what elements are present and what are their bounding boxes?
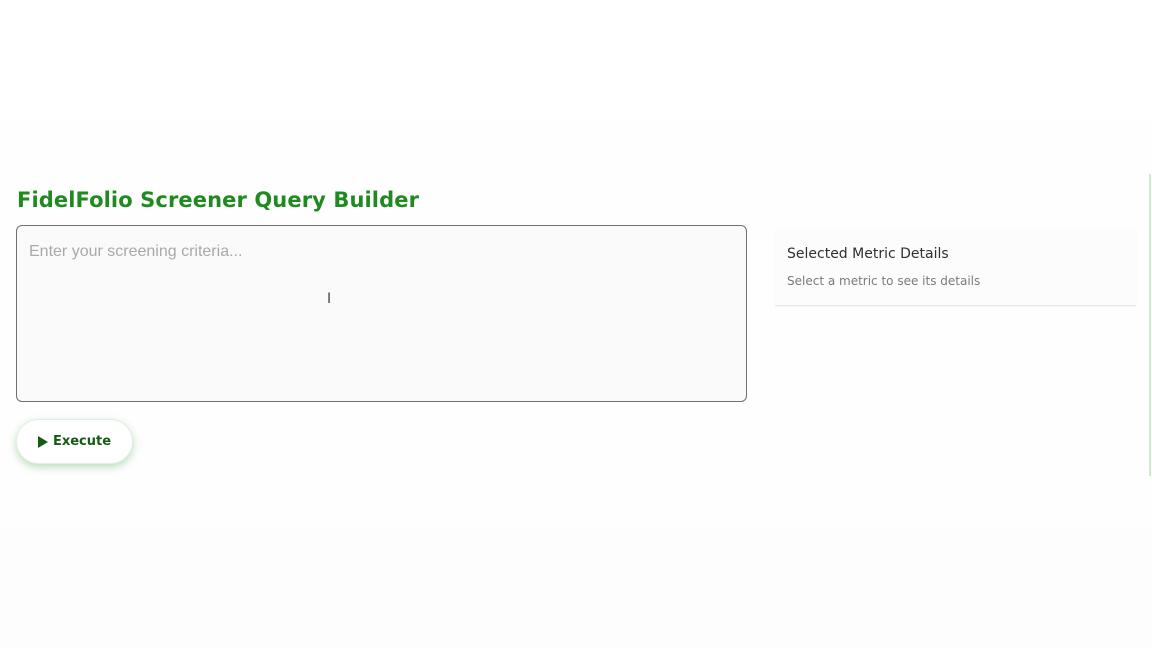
screening-criteria-input[interactable]: [16, 225, 747, 402]
play-icon: [37, 435, 48, 448]
page: FidelFolio Screener Query Builder I Exec…: [0, 0, 1152, 648]
panel-edge-divider: [1149, 174, 1151, 476]
metric-details-panel: Selected Metric Details Select a metric …: [775, 228, 1136, 306]
execute-button[interactable]: Execute: [16, 419, 133, 464]
page-title: FidelFolio Screener Query Builder: [17, 188, 420, 212]
metric-details-title: Selected Metric Details: [787, 246, 949, 262]
metric-details-hint: Select a metric to see its details: [787, 274, 981, 288]
execute-button-label: Execute: [52, 434, 112, 449]
